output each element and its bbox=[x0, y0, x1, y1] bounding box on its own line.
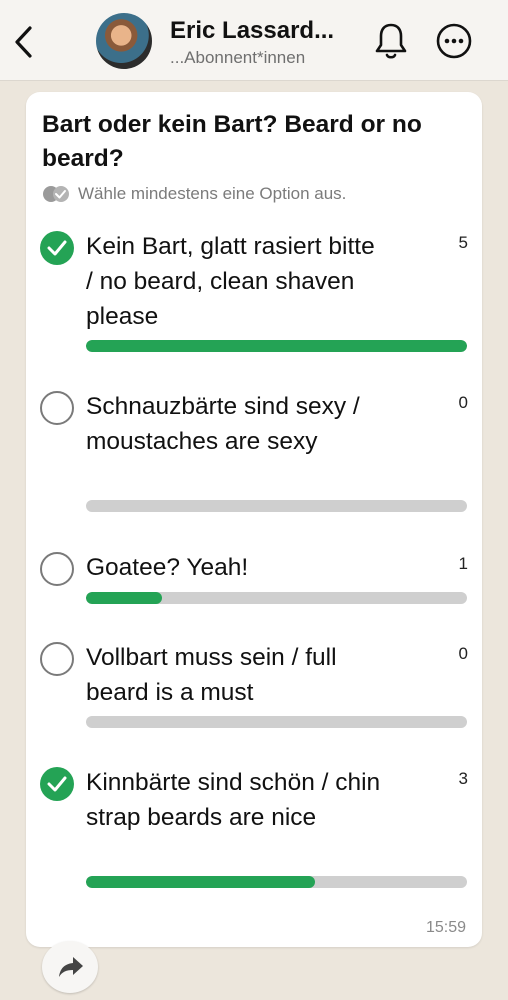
avatar[interactable] bbox=[96, 13, 152, 69]
poll-hint-text: Wähle mindestens eine Option aus. bbox=[78, 184, 347, 203]
option-label: Kein Bart, glatt rasiert bitte / no bear… bbox=[86, 233, 375, 330]
vote-count[interactable]: 5 bbox=[459, 233, 468, 253]
empty-circle-icon[interactable] bbox=[40, 391, 74, 425]
forward-button[interactable] bbox=[42, 941, 98, 993]
message-timestamp: 15:59 bbox=[425, 919, 466, 936]
option-label: Kinnbärte sind schön / chin strap beards… bbox=[86, 769, 381, 831]
option-label: Schnauzbärte sind sexy / moustaches are … bbox=[86, 393, 360, 455]
poll-question: Bart oder kein Bart? Beard or no beard? bbox=[42, 111, 422, 172]
back-chevron-icon[interactable] bbox=[10, 24, 40, 60]
vote-count[interactable]: 0 bbox=[459, 393, 468, 413]
double-check-icon bbox=[43, 186, 69, 202]
vote-progress-bar bbox=[86, 500, 467, 512]
subscriber-count: ...Abonnent*innen bbox=[170, 48, 306, 67]
bell-icon[interactable] bbox=[372, 21, 410, 61]
option-label: Goatee? Yeah! bbox=[86, 554, 249, 581]
checked-circle-icon[interactable] bbox=[40, 767, 74, 801]
vote-count[interactable]: 3 bbox=[459, 769, 468, 789]
poll-hint: Wähle mindestens eine Option aus. bbox=[42, 184, 346, 204]
empty-circle-icon[interactable] bbox=[40, 552, 74, 586]
vote-progress-bar bbox=[86, 340, 467, 352]
poll-card: Bart oder kein Bart? Beard or no beard? … bbox=[26, 92, 482, 947]
vote-count[interactable]: 1 bbox=[459, 554, 468, 574]
checked-circle-icon[interactable] bbox=[40, 231, 74, 265]
forward-arrow-icon bbox=[59, 957, 83, 977]
vote-progress-bar bbox=[86, 876, 467, 888]
option-label: Vollbart muss sein / full beard is a mus… bbox=[86, 644, 337, 706]
empty-circle-icon[interactable] bbox=[40, 642, 74, 676]
vote-progress-bar bbox=[86, 716, 467, 728]
vote-count[interactable]: 0 bbox=[459, 644, 468, 664]
more-options-icon[interactable] bbox=[436, 23, 472, 59]
channel-title[interactable]: Eric Lassard... bbox=[170, 17, 334, 45]
chat-header: Eric Lassard... ...Abonnent*innen bbox=[0, 0, 508, 81]
vote-progress-bar bbox=[86, 592, 467, 604]
